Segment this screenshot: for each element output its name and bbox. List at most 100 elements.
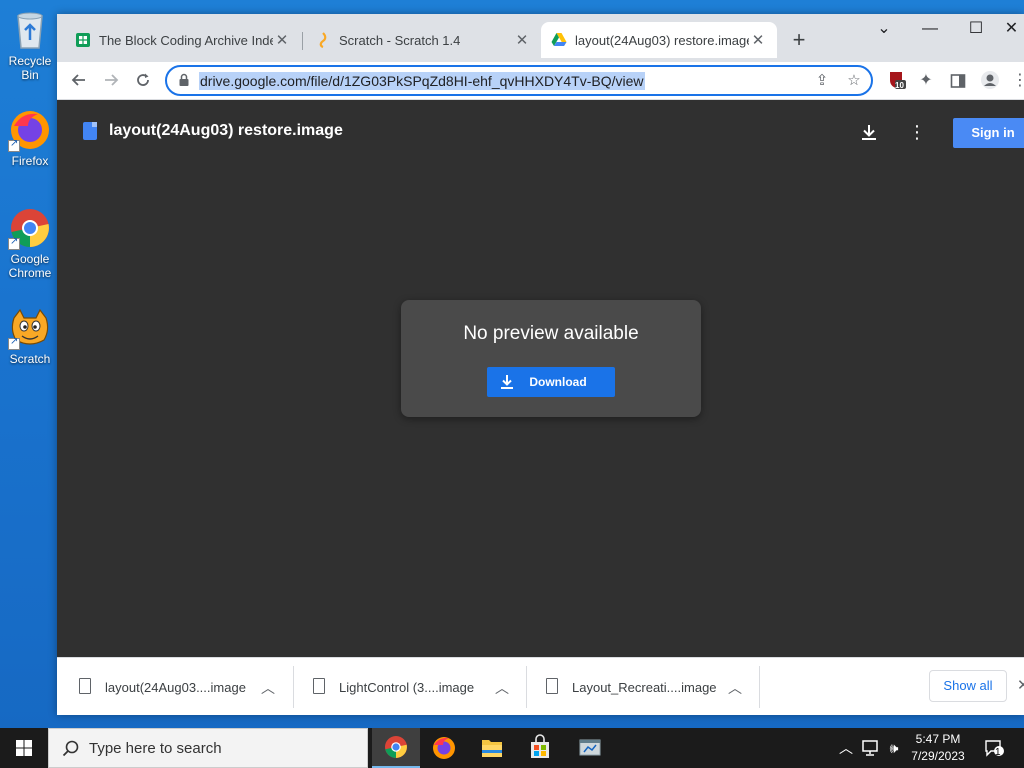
folder-icon	[482, 740, 502, 757]
profile-avatar-icon[interactable]	[979, 70, 1001, 92]
no-preview-message: No preview available	[463, 323, 639, 344]
google-drive-icon	[551, 33, 567, 46]
download-item[interactable]: Layout_Recreati....image ︿	[524, 668, 754, 706]
taskbar-search-box[interactable]: Type here to search	[48, 728, 368, 768]
taskbar-app-window[interactable]	[566, 728, 614, 768]
more-options-icon[interactable]: ⋮	[903, 118, 931, 146]
tab-title: The Block Coding Archive Index	[99, 32, 273, 48]
close-window-button[interactable]: ✕	[999, 14, 1024, 46]
download-icon[interactable]	[855, 118, 883, 146]
recycle-bin-icon	[8, 8, 52, 52]
taskbar-store[interactable]	[516, 728, 564, 768]
reload-button[interactable]	[129, 66, 157, 94]
download-icon	[501, 375, 513, 389]
tab-divider	[302, 32, 303, 50]
scratch-cat-icon	[8, 306, 52, 350]
reload-icon	[137, 73, 149, 86]
desktop-icon-chrome[interactable]: Google Chrome	[0, 206, 60, 280]
clock-date: 7/29/2023	[911, 749, 965, 763]
search-icon	[62, 740, 79, 757]
side-panel-icon[interactable]	[947, 70, 969, 92]
new-tab-button[interactable]: +	[787, 28, 811, 52]
clock-time: 5:47 PM	[915, 732, 961, 746]
notification-center-icon[interactable]: 1	[982, 728, 1006, 768]
tab-title: layout(24Aug03) restore.image - Google D…	[575, 32, 749, 48]
taskbar-file-explorer[interactable]	[468, 728, 516, 768]
network-monitor-glyph	[862, 740, 878, 756]
address-bar[interactable]: drive.google.com/file/d/1ZG03PkSPqZd8HI-…	[165, 65, 873, 96]
taskbar: Type here to search ︿ 🕪 5:47 PM 7/29/202…	[0, 728, 1024, 768]
sign-in-button[interactable]: Sign in	[953, 118, 1024, 148]
forward-arrow-icon	[105, 74, 119, 86]
extension-badge: 10	[895, 81, 904, 90]
bookmark-star-icon[interactable]: ☆	[843, 70, 865, 92]
download-file-name: layout(24Aug03....image	[105, 680, 246, 695]
close-shelf-icon[interactable]: ✕	[1017, 676, 1024, 694]
taskbar-firefox[interactable]	[420, 728, 468, 768]
file-icon	[546, 678, 558, 694]
google-sheets-icon	[76, 33, 90, 47]
taskbar-chrome[interactable]	[372, 728, 420, 768]
desktop-icon-firefox[interactable]: Firefox	[0, 108, 60, 168]
firefox-icon	[8, 108, 52, 152]
chevron-up-icon[interactable]: ︿	[495, 678, 509, 698]
tab-google-drive-file[interactable]: layout(24Aug03) restore.image - Google D…	[541, 22, 777, 58]
desktop-icon-recycle-bin[interactable]: Recycle Bin	[0, 8, 60, 82]
speech-bubble-icon	[985, 740, 1004, 757]
download-button-label: Download	[529, 375, 587, 389]
download-item[interactable]: LightControl (3....image ︿	[291, 668, 521, 706]
search-placeholder: Type here to search	[89, 740, 222, 757]
desktop-icon-scratch[interactable]: Scratch	[0, 306, 60, 366]
network-icon[interactable]	[858, 728, 882, 768]
file-icon	[79, 678, 91, 694]
back-arrow-icon	[71, 74, 85, 86]
desktop-icon-label: Google Chrome	[8, 252, 52, 280]
firefox-icon	[433, 737, 455, 759]
notification-count: 1	[995, 747, 1001, 758]
download-shelf: layout(24Aug03....image ︿ LightControl (…	[57, 657, 1024, 715]
file-icon	[313, 678, 325, 694]
store-bag-icon	[531, 734, 549, 758]
file-document-icon	[83, 122, 97, 140]
tab-block-coding-archive[interactable]: The Block Coding Archive Index ✕	[65, 22, 301, 58]
chevron-up-icon[interactable]: ︿	[728, 678, 742, 698]
desktop-icon-label: Scratch	[9, 352, 51, 366]
app-window-icon	[579, 739, 601, 756]
windows-logo-icon	[16, 740, 32, 756]
shortcut-arrow-icon	[8, 138, 20, 152]
tab-strip: The Block Coding Archive Index ✕ Scratch…	[57, 14, 1024, 62]
tab-close-icon[interactable]: ✕	[273, 31, 291, 49]
show-hidden-icons-chevron[interactable]: ︿	[836, 728, 856, 768]
no-preview-card: No preview available Download	[401, 300, 701, 417]
tab-search-dropdown-icon[interactable]: ⌄	[861, 14, 907, 46]
start-button[interactable]	[0, 728, 48, 768]
tab-close-icon[interactable]: ✕	[513, 31, 531, 49]
chrome-icon	[385, 736, 407, 758]
lock-icon	[179, 73, 189, 86]
shortcut-arrow-icon	[8, 236, 20, 250]
shortcut-arrow-icon	[8, 336, 20, 350]
share-icon[interactable]: ⇪	[811, 70, 833, 92]
back-button[interactable]	[65, 66, 93, 94]
desktop-icon-label: Recycle Bin	[8, 54, 52, 82]
scratch-icon	[319, 32, 327, 48]
tab-scratch[interactable]: Scratch - Scratch 1.4 ✕	[305, 22, 541, 58]
chevron-up-icon[interactable]: ︿	[261, 678, 275, 698]
tab-title: Scratch - Scratch 1.4	[339, 32, 461, 48]
download-file-name: LightControl (3....image	[339, 680, 475, 695]
download-button[interactable]: Download	[487, 367, 615, 397]
extension-adblock-icon[interactable]: 10	[885, 70, 907, 92]
clock[interactable]: 5:47 PM 7/29/2023	[900, 731, 976, 765]
chrome-window: The Block Coding Archive Index ✕ Scratch…	[57, 14, 1024, 715]
download-item[interactable]: layout(24Aug03....image ︿	[57, 668, 287, 706]
extensions-puzzle-icon[interactable]: ✦	[915, 70, 937, 92]
show-all-button[interactable]: Show all	[929, 670, 1007, 702]
maximize-button[interactable]: ☐	[953, 14, 999, 46]
forward-button[interactable]	[97, 66, 125, 94]
browser-toolbar: drive.google.com/file/d/1ZG03PkSPqZd8HI-…	[57, 62, 1024, 100]
url-text[interactable]: drive.google.com/file/d/1ZG03PkSPqZd8HI-…	[199, 72, 645, 90]
minimize-button[interactable]: —	[907, 14, 953, 46]
tab-close-icon[interactable]: ✕	[749, 31, 767, 49]
desktop-icon-label: Firefox	[11, 154, 49, 168]
browser-menu-icon[interactable]: ⋮	[1009, 70, 1024, 92]
